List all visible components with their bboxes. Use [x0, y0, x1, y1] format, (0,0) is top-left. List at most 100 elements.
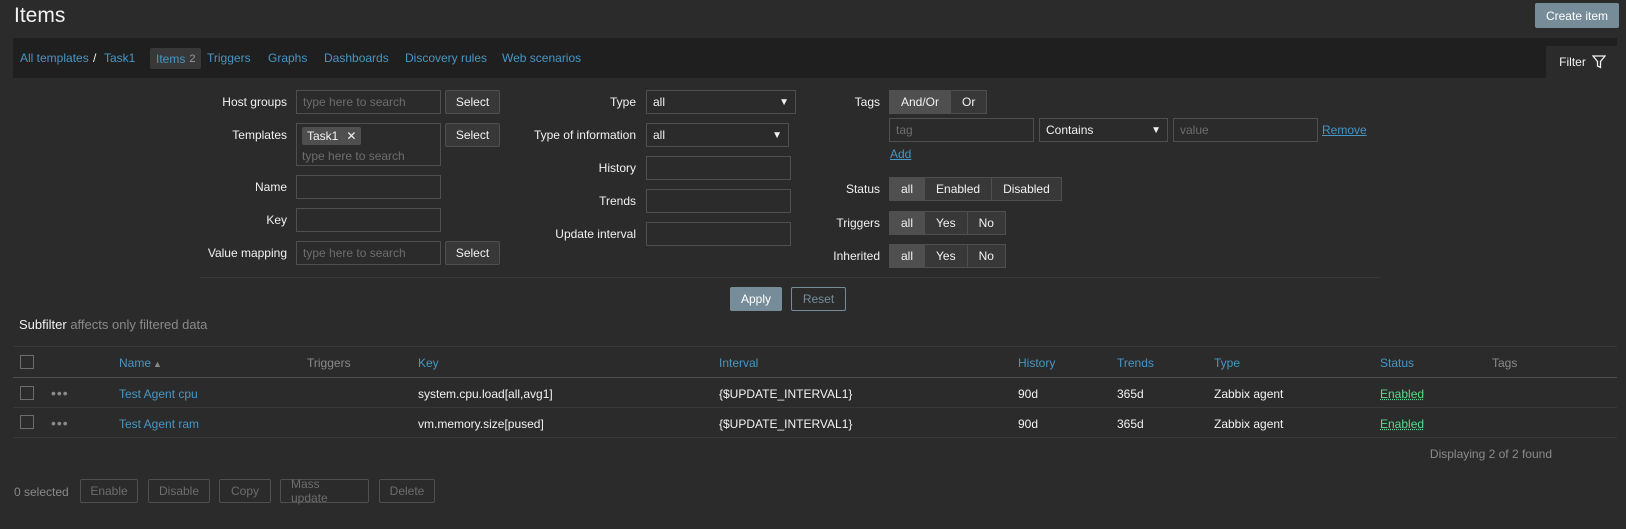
item-interval: {$UPDATE_INTERVAL1}: [719, 387, 853, 401]
remove-chip-icon[interactable]: ✕: [346, 129, 356, 143]
sort-asc-icon: ▲: [153, 359, 162, 369]
template-chip: Task1 ✕: [302, 127, 362, 145]
tab-dashboards[interactable]: Dashboards: [324, 51, 389, 65]
chevron-down-icon: ▼: [779, 96, 789, 108]
mass-update-button[interactable]: Mass update: [280, 477, 369, 505]
inherited-yes-option[interactable]: Yes: [924, 244, 968, 268]
inherited-label: Inherited: [833, 249, 880, 263]
host-groups-label: Host groups: [222, 95, 287, 109]
more-actions-icon[interactable]: •••: [51, 415, 69, 431]
triggers-no-option[interactable]: No: [966, 211, 1006, 235]
value-mapping-input[interactable]: type here to search: [296, 241, 441, 265]
history-input[interactable]: [646, 156, 791, 180]
disable-button[interactable]: Disable: [148, 479, 210, 503]
type-of-information-label: Type of information: [533, 128, 636, 142]
name-input[interactable]: [296, 175, 441, 199]
item-name-link[interactable]: Test Agent cpu: [119, 387, 198, 401]
status-label: Status: [845, 182, 880, 196]
tag-operator-select[interactable]: Contains ▼: [1039, 118, 1168, 142]
host-groups-select-button[interactable]: Select: [445, 90, 500, 114]
templates-search[interactable]: type here to search: [302, 149, 435, 163]
triggers-yes-option[interactable]: Yes: [924, 211, 968, 235]
item-key: vm.memory.size[pused]: [418, 417, 544, 431]
item-trends: 365d: [1117, 387, 1144, 401]
type-label: Type: [609, 95, 636, 109]
breadcrumb-template[interactable]: Task1: [104, 51, 135, 65]
key-input[interactable]: [296, 208, 441, 232]
value-mapping-label: Value mapping: [207, 246, 287, 260]
reset-button[interactable]: Reset: [791, 287, 846, 311]
item-status-link[interactable]: Enabled: [1380, 417, 1424, 431]
column-header-type[interactable]: Type: [1214, 356, 1240, 370]
column-header-status[interactable]: Status: [1380, 356, 1414, 370]
tab-filter[interactable]: Filter: [1546, 46, 1619, 78]
key-label: Key: [266, 213, 287, 227]
status-disabled-option[interactable]: Disabled: [991, 177, 1062, 201]
subfilter: Subfilter affects only filtered data: [19, 317, 207, 332]
item-name-link[interactable]: Test Agent ram: [119, 417, 199, 431]
status-all-option[interactable]: all: [889, 177, 926, 201]
triggers-toggle: all Yes No: [889, 211, 1006, 235]
template-chip-label: Task1: [307, 129, 339, 143]
select-all-checkbox[interactable]: [20, 355, 34, 369]
more-actions-icon[interactable]: •••: [51, 385, 69, 401]
tag-value-input[interactable]: value: [1173, 118, 1318, 142]
item-interval: {$UPDATE_INTERVAL1}: [719, 417, 853, 431]
type-of-information-select[interactable]: all ▼: [646, 123, 789, 147]
row-divider: [13, 407, 1617, 408]
inherited-no-option[interactable]: No: [966, 244, 1006, 268]
status-enabled-option[interactable]: Enabled: [924, 177, 993, 201]
filter-divider: [200, 277, 1380, 278]
delete-button[interactable]: Delete: [379, 479, 435, 503]
tab-triggers[interactable]: Triggers: [207, 51, 251, 65]
row-checkbox[interactable]: [20, 386, 34, 400]
tags-or-option[interactable]: Or: [950, 90, 988, 114]
row-divider: [13, 437, 1617, 438]
tags-andor-option[interactable]: And/Or: [889, 90, 952, 114]
header-divider: [13, 377, 1617, 378]
selected-count: 0 selected: [14, 485, 69, 499]
tab-web-scenarios[interactable]: Web scenarios: [502, 51, 581, 65]
host-groups-input[interactable]: type here to search: [296, 90, 441, 114]
row-checkbox[interactable]: [20, 415, 34, 429]
column-header-interval[interactable]: Interval: [719, 356, 758, 370]
table-footer-count: Displaying 2 of 2 found: [1429, 447, 1552, 461]
inherited-all-option[interactable]: all: [889, 244, 926, 268]
apply-button[interactable]: Apply: [730, 287, 782, 311]
item-history: 90d: [1018, 417, 1039, 431]
triggers-all-option[interactable]: all: [889, 211, 926, 235]
tab-graphs[interactable]: Graphs: [268, 51, 307, 65]
value-mapping-select-button[interactable]: Select: [445, 241, 500, 265]
tag-remove-link[interactable]: Remove: [1322, 123, 1367, 137]
column-header-trends[interactable]: Trends: [1117, 356, 1154, 370]
item-status-link[interactable]: Enabled: [1380, 387, 1424, 401]
name-label: Name: [254, 180, 287, 194]
trends-label: Trends: [599, 194, 636, 208]
filter-tab-label: Filter: [1559, 55, 1586, 69]
copy-button[interactable]: Copy: [219, 479, 271, 503]
items-table: [13, 346, 1617, 471]
inherited-toggle: all Yes No: [889, 244, 1006, 268]
chevron-down-icon: ▼: [772, 129, 782, 141]
breadcrumb-all-templates[interactable]: All templates: [20, 51, 89, 65]
tab-discovery-rules[interactable]: Discovery rules: [405, 51, 487, 65]
tag-add-link[interactable]: Add: [890, 147, 911, 161]
item-history: 90d: [1018, 387, 1039, 401]
tag-input[interactable]: tag: [889, 118, 1034, 142]
type-select[interactable]: all ▼: [646, 90, 796, 114]
update-interval-label: Update interval: [555, 227, 636, 241]
create-item-button[interactable]: Create item: [1534, 3, 1619, 28]
item-type: Zabbix agent: [1214, 417, 1284, 431]
templates-multiselect[interactable]: Task1 ✕ type here to search: [296, 123, 441, 166]
subfilter-note: affects only filtered data: [70, 317, 208, 332]
trends-input[interactable]: [646, 189, 791, 213]
tab-items[interactable]: Items 2: [150, 48, 202, 69]
triggers-label: Triggers: [836, 216, 880, 230]
update-interval-input[interactable]: [646, 222, 791, 246]
enable-button[interactable]: Enable: [80, 479, 138, 503]
column-header-name[interactable]: Name ▲: [119, 356, 162, 370]
subfilter-title: Subfilter: [19, 317, 67, 332]
tags-evaltype-toggle: And/Or Or: [889, 90, 988, 114]
column-header-history[interactable]: History: [1018, 356, 1055, 370]
column-header-key[interactable]: Key: [418, 356, 439, 370]
